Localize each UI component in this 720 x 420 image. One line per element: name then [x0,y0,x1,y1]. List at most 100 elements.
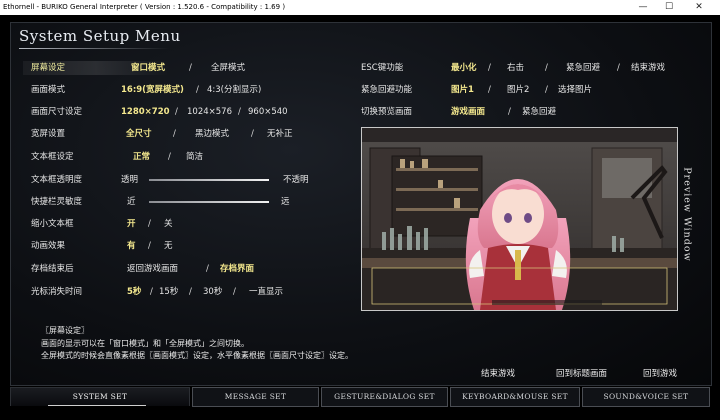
setting-label: 画面模式 [31,85,66,95]
setting-label: 动画效果 [31,241,66,251]
description-panel: 〖屏幕设定〗 画面的显示可以在「窗口模式」和「全屏模式」之间切换。 全屏模式的时… [41,325,353,363]
setting-text-box: 文本框设定 正常 / 简洁 [31,150,351,164]
option-save-screen[interactable]: 存档界面 [220,262,254,276]
separator: / [238,107,241,117]
setting-esc-key: ESC键功能 最小化 / 右击 / 紧急回避 / 结束游戏 [361,61,701,75]
option-letterbox[interactable]: 黑边模式 [195,127,229,141]
separator: / [189,287,192,297]
option-emergency-return[interactable]: 紧急回避 [566,61,600,75]
setting-widescreen: 宽屏设置 全尺寸 / 黑边模式 / 无补正 [31,127,351,141]
option-off[interactable]: 关 [164,217,173,231]
active-tab-indicator [48,405,146,406]
option-960x540[interactable]: 960×540 [248,105,288,119]
setting-screen-mode: 屏幕设定 窗口模式 / 全屏模式 [23,61,351,75]
preview-scene [362,128,677,310]
setting-display-mode: 画面模式 16:9(宽屏模式) / 4:3(分割显示) [31,83,351,97]
exit-game-button[interactable]: 结束游戏 [481,367,515,379]
option-fullscreen[interactable]: 全屏模式 [211,61,245,75]
setting-label: 画面尺寸设定 [31,107,83,117]
setting-label: 文本框透明度 [31,175,83,185]
return-to-title-button[interactable]: 回到标题画面 [556,367,607,379]
separator: / [173,129,176,139]
setting-after-save: 存档结束后 返回游戏画面 / 存档界面 [31,262,351,276]
setting-quickbar-sensitivity: 快捷栏灵敏度 近 远 [31,195,351,209]
separator: / [545,85,548,95]
option-normal[interactable]: 正常 [133,150,150,164]
option-image-1[interactable]: 图片1 [451,83,474,97]
option-yes[interactable]: 有 [127,239,136,253]
setting-label: 光标消失时间 [31,287,83,297]
app-window: Ethornell - BURIKO General Interpreter (… [0,0,720,420]
separator: / [233,287,236,297]
return-to-game-button[interactable]: 回到游戏 [643,367,677,379]
system-setup-panel: System Setup Menu 屏幕设定 窗口模式 / 全屏模式 画面模式 … [10,22,712,386]
separator: / [168,152,171,162]
tab-bar: SYSTEM SET MESSAGE SET GESTURE&DIALOG SE… [10,387,710,407]
slider-min-label: 近 [127,197,136,207]
slider-max-label: 远 [281,197,290,207]
option-always[interactable]: 一直显示 [249,285,283,299]
maximize-icon[interactable]: ☐ [658,0,680,15]
title-underline [19,48,169,49]
separator: / [148,219,151,229]
option-full-size[interactable]: 全尺寸 [126,127,152,141]
window-title: Ethornell - BURIKO General Interpreter (… [3,3,286,11]
setting-text-box-opacity: 文本框透明度 透明 不透明 [31,173,351,187]
separator: / [488,63,491,73]
tab-system-set[interactable]: SYSTEM SET [10,387,190,406]
option-minimize[interactable]: 最小化 [451,61,477,75]
description-title: 〖屏幕设定〗 [41,326,89,335]
option-16-9[interactable]: 16:9(宽屏模式) [121,83,184,97]
option-emergency-return[interactable]: 紧急回避 [522,105,556,119]
setting-label: 紧急回避功能 [361,85,413,95]
separator: / [251,129,254,139]
setting-label: 缩小文本框 [31,219,74,229]
page-title: System Setup Menu [19,27,181,45]
option-return-game[interactable]: 返回游戏画面 [127,262,178,276]
tab-gesture-dialog-set[interactable]: GESTURE&DIALOG SET [321,387,448,407]
setting-emergency-avoid: 紧急回避功能 图片1 / 图片2 / 选择图片 [361,83,701,97]
separator: / [206,264,209,274]
minimize-icon[interactable]: — [632,0,654,15]
option-30s[interactable]: 30秒 [203,285,222,299]
separator: / [150,287,153,297]
option-exit-game[interactable]: 结束游戏 [631,61,665,75]
preview-image [361,127,678,311]
setting-label: 存档结束后 [31,264,74,274]
close-icon[interactable]: ✕ [688,0,710,15]
option-15s[interactable]: 15秒 [159,285,178,299]
option-image-2[interactable]: 图片2 [507,83,529,97]
slider-fill [149,179,269,181]
tab-message-set[interactable]: MESSAGE SET [192,387,319,407]
option-simple[interactable]: 简洁 [186,150,203,164]
preview-window-label: Preview Window [681,167,693,262]
option-on[interactable]: 开 [127,217,136,231]
option-choose-image[interactable]: 选择图片 [558,83,592,97]
option-windowed[interactable]: 窗口模式 [131,61,165,75]
tab-sound-voice-set[interactable]: SOUND&VOICE SET [582,387,710,407]
setting-label: ESC键功能 [361,63,404,73]
separator: / [545,63,548,73]
option-no[interactable]: 无 [164,239,173,253]
setting-resolution: 画面尺寸设定 1280×720 / 1024×576 / 960×540 [31,105,351,119]
slider-max-label: 不透明 [283,175,309,185]
option-no-fill[interactable]: 无补正 [267,127,293,141]
description-line: 全屏模式的时候会直像素根据〖画面模式〗设定，水平像素根据〖画面尺寸设定〗设定。 [41,351,353,360]
option-right-click[interactable]: 右击 [507,61,524,75]
opacity-slider[interactable] [149,179,269,181]
separator: / [488,85,491,95]
setting-label: 宽屏设置 [31,129,66,139]
option-1280x720[interactable]: 1280×720 [121,105,170,119]
separator: / [196,85,199,95]
option-4-3[interactable]: 4:3(分割显示) [207,83,261,97]
separator: / [175,107,178,117]
setting-animation: 动画效果 有 / 无 [31,239,351,253]
separator: / [148,241,151,251]
tab-keyboard-mouse-set[interactable]: KEYBOARD&MOUSE SET [450,387,580,407]
sensitivity-slider[interactable] [149,201,269,203]
option-game-screen[interactable]: 游戏画面 [451,105,485,119]
option-5s[interactable]: 5秒 [127,285,141,299]
setting-label: 文本框设定 [31,152,74,162]
setting-label: 屏幕设定 [31,63,66,73]
option-1024x576[interactable]: 1024×576 [187,105,232,119]
